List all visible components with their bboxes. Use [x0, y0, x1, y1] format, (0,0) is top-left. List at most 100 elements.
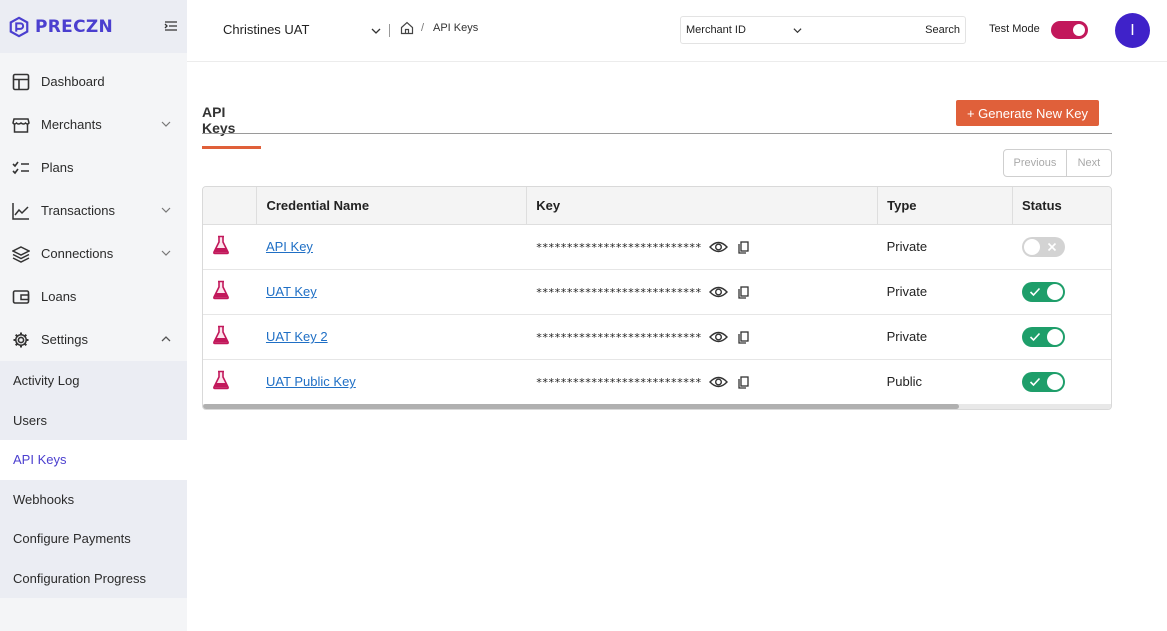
column-header-icon [203, 187, 258, 225]
status-toggle[interactable] [1021, 281, 1065, 302]
key-mask: *************************** [535, 285, 702, 299]
credential-name-cell: API Key [256, 224, 527, 270]
wallet-icon [11, 287, 30, 306]
type-cell: Public [877, 359, 1013, 405]
gear-icon [11, 330, 30, 349]
table-header-row: Credential Name Key Type Status [203, 187, 1111, 225]
next-page-button[interactable]: Next [1067, 150, 1111, 176]
test-flask-cell [203, 359, 257, 405]
table-row: UAT Key 2 *************************** Priv… [203, 314, 1111, 360]
copy-icon[interactable] [738, 286, 749, 299]
type-cell: Private [877, 314, 1013, 360]
eye-icon[interactable] [709, 375, 729, 389]
status-toggle[interactable] [1021, 236, 1065, 257]
breadcrumb-current: API Keys [433, 22, 479, 34]
account-select[interactable]: Christines UAT [223, 22, 381, 42]
horizontal-scrollbar[interactable] [203, 404, 1111, 409]
eye-icon[interactable] [709, 285, 729, 299]
sidebar-item-activity-log[interactable]: Activity Log [0, 361, 187, 401]
search-field-select[interactable]: Merchant ID [686, 24, 746, 36]
sidebar-item-api-keys[interactable]: API Keys [0, 440, 187, 480]
key-mask: *************************** [535, 330, 702, 344]
sidebar-item-label: Loans [41, 289, 77, 304]
flask-icon [213, 325, 229, 345]
table-row: UAT Public Key **************************… [203, 359, 1111, 405]
breadcrumb-separator: / [421, 22, 425, 34]
sidebar-item-configuration-progress[interactable]: Configuration Progress [0, 559, 187, 599]
chevron-down-icon [371, 28, 381, 34]
copy-icon[interactable] [738, 331, 749, 344]
sidebar-item-users[interactable]: Users [0, 401, 187, 441]
credential-link[interactable]: UAT Public Key [266, 374, 356, 389]
type-cell: Private [877, 224, 1013, 270]
test-flask-cell [203, 269, 257, 315]
sidebar-item-dashboard[interactable]: Dashboard [0, 60, 187, 103]
chevron-up-icon [161, 336, 171, 342]
tab-underline [202, 133, 1112, 134]
column-header-status: Status [1012, 187, 1111, 225]
status-cell [1012, 269, 1111, 315]
toggle-knob [1046, 283, 1063, 300]
sidebar: PRECZN Dashboard Merchants Plans Transac… [0, 0, 187, 631]
sidebar-item-label: Merchants [41, 117, 102, 132]
search-input[interactable] [811, 21, 911, 40]
checklist-icon [11, 158, 30, 177]
copy-icon[interactable] [738, 241, 749, 254]
key-mask: *************************** [535, 375, 702, 389]
key-cell: *************************** [526, 314, 878, 360]
previous-page-button[interactable]: Previous [1004, 150, 1067, 176]
brand-name: PRECZN [35, 16, 113, 37]
menu-collapse-icon[interactable] [164, 19, 178, 33]
credential-link[interactable]: UAT Key 2 [266, 329, 328, 344]
test-flask-cell [203, 314, 257, 360]
sidebar-item-settings[interactable]: Settings [0, 318, 187, 361]
sidebar-item-configure-payments[interactable]: Configure Payments [0, 519, 187, 559]
status-toggle[interactable] [1021, 326, 1065, 347]
copy-icon[interactable] [738, 376, 749, 389]
sidebar-item-plans[interactable]: Plans [0, 146, 187, 189]
divider [389, 24, 390, 37]
generate-new-key-button[interactable]: + Generate New Key [956, 100, 1099, 126]
sidebar-item-connections[interactable]: Connections [0, 232, 187, 275]
credential-link[interactable]: API Key [266, 239, 313, 254]
dashboard-icon [11, 72, 30, 91]
chevron-down-icon [161, 121, 171, 127]
chevron-down-icon [161, 207, 171, 213]
logo-row: PRECZN [0, 0, 187, 53]
sidebar-item-webhooks[interactable]: Webhooks [0, 480, 187, 520]
sidebar-item-transactions[interactable]: Transactions [0, 189, 187, 232]
eye-icon[interactable] [709, 240, 729, 254]
top-header: Christines UAT / API Keys Merchant ID Se… [187, 0, 1167, 62]
column-header-credential-name: Credential Name [256, 187, 528, 225]
column-header-type: Type [877, 187, 1014, 225]
check-icon [1029, 332, 1040, 341]
key-actions [709, 285, 749, 299]
close-icon [1047, 242, 1056, 251]
credential-link[interactable]: UAT Key [266, 284, 317, 299]
sidebar-item-label: Transactions [41, 203, 115, 218]
account-name: Christines UAT [223, 22, 310, 37]
credential-name-cell: UAT Public Key [256, 359, 527, 405]
key-actions [709, 375, 749, 389]
toggle-knob [1073, 24, 1085, 36]
tab-api-keys[interactable]: API Keys [202, 104, 261, 149]
chevron-down-icon[interactable] [793, 26, 802, 35]
scrollbar-thumb[interactable] [203, 404, 959, 409]
eye-icon[interactable] [709, 330, 729, 344]
status-cell [1012, 314, 1111, 360]
test-mode-toggle[interactable] [1051, 21, 1088, 39]
sidebar-item-loans[interactable]: Loans [0, 275, 187, 318]
test-mode-label: Test Mode [989, 23, 1040, 35]
toggle-knob [1046, 328, 1063, 345]
key-actions [709, 330, 749, 344]
table-row: UAT Key *************************** Privat… [203, 269, 1111, 315]
column-header-key: Key [526, 187, 879, 225]
home-icon[interactable] [400, 21, 414, 35]
sidebar-item-label: Settings [41, 332, 88, 347]
avatar[interactable]: I [1115, 13, 1150, 48]
status-toggle[interactable] [1021, 371, 1065, 392]
sidebar-item-merchants[interactable]: Merchants [0, 103, 187, 146]
api-keys-table: Credential Name Key Type Status API Key *… [202, 186, 1112, 410]
key-cell: *************************** [526, 224, 878, 270]
search-button[interactable]: Search [925, 24, 960, 36]
